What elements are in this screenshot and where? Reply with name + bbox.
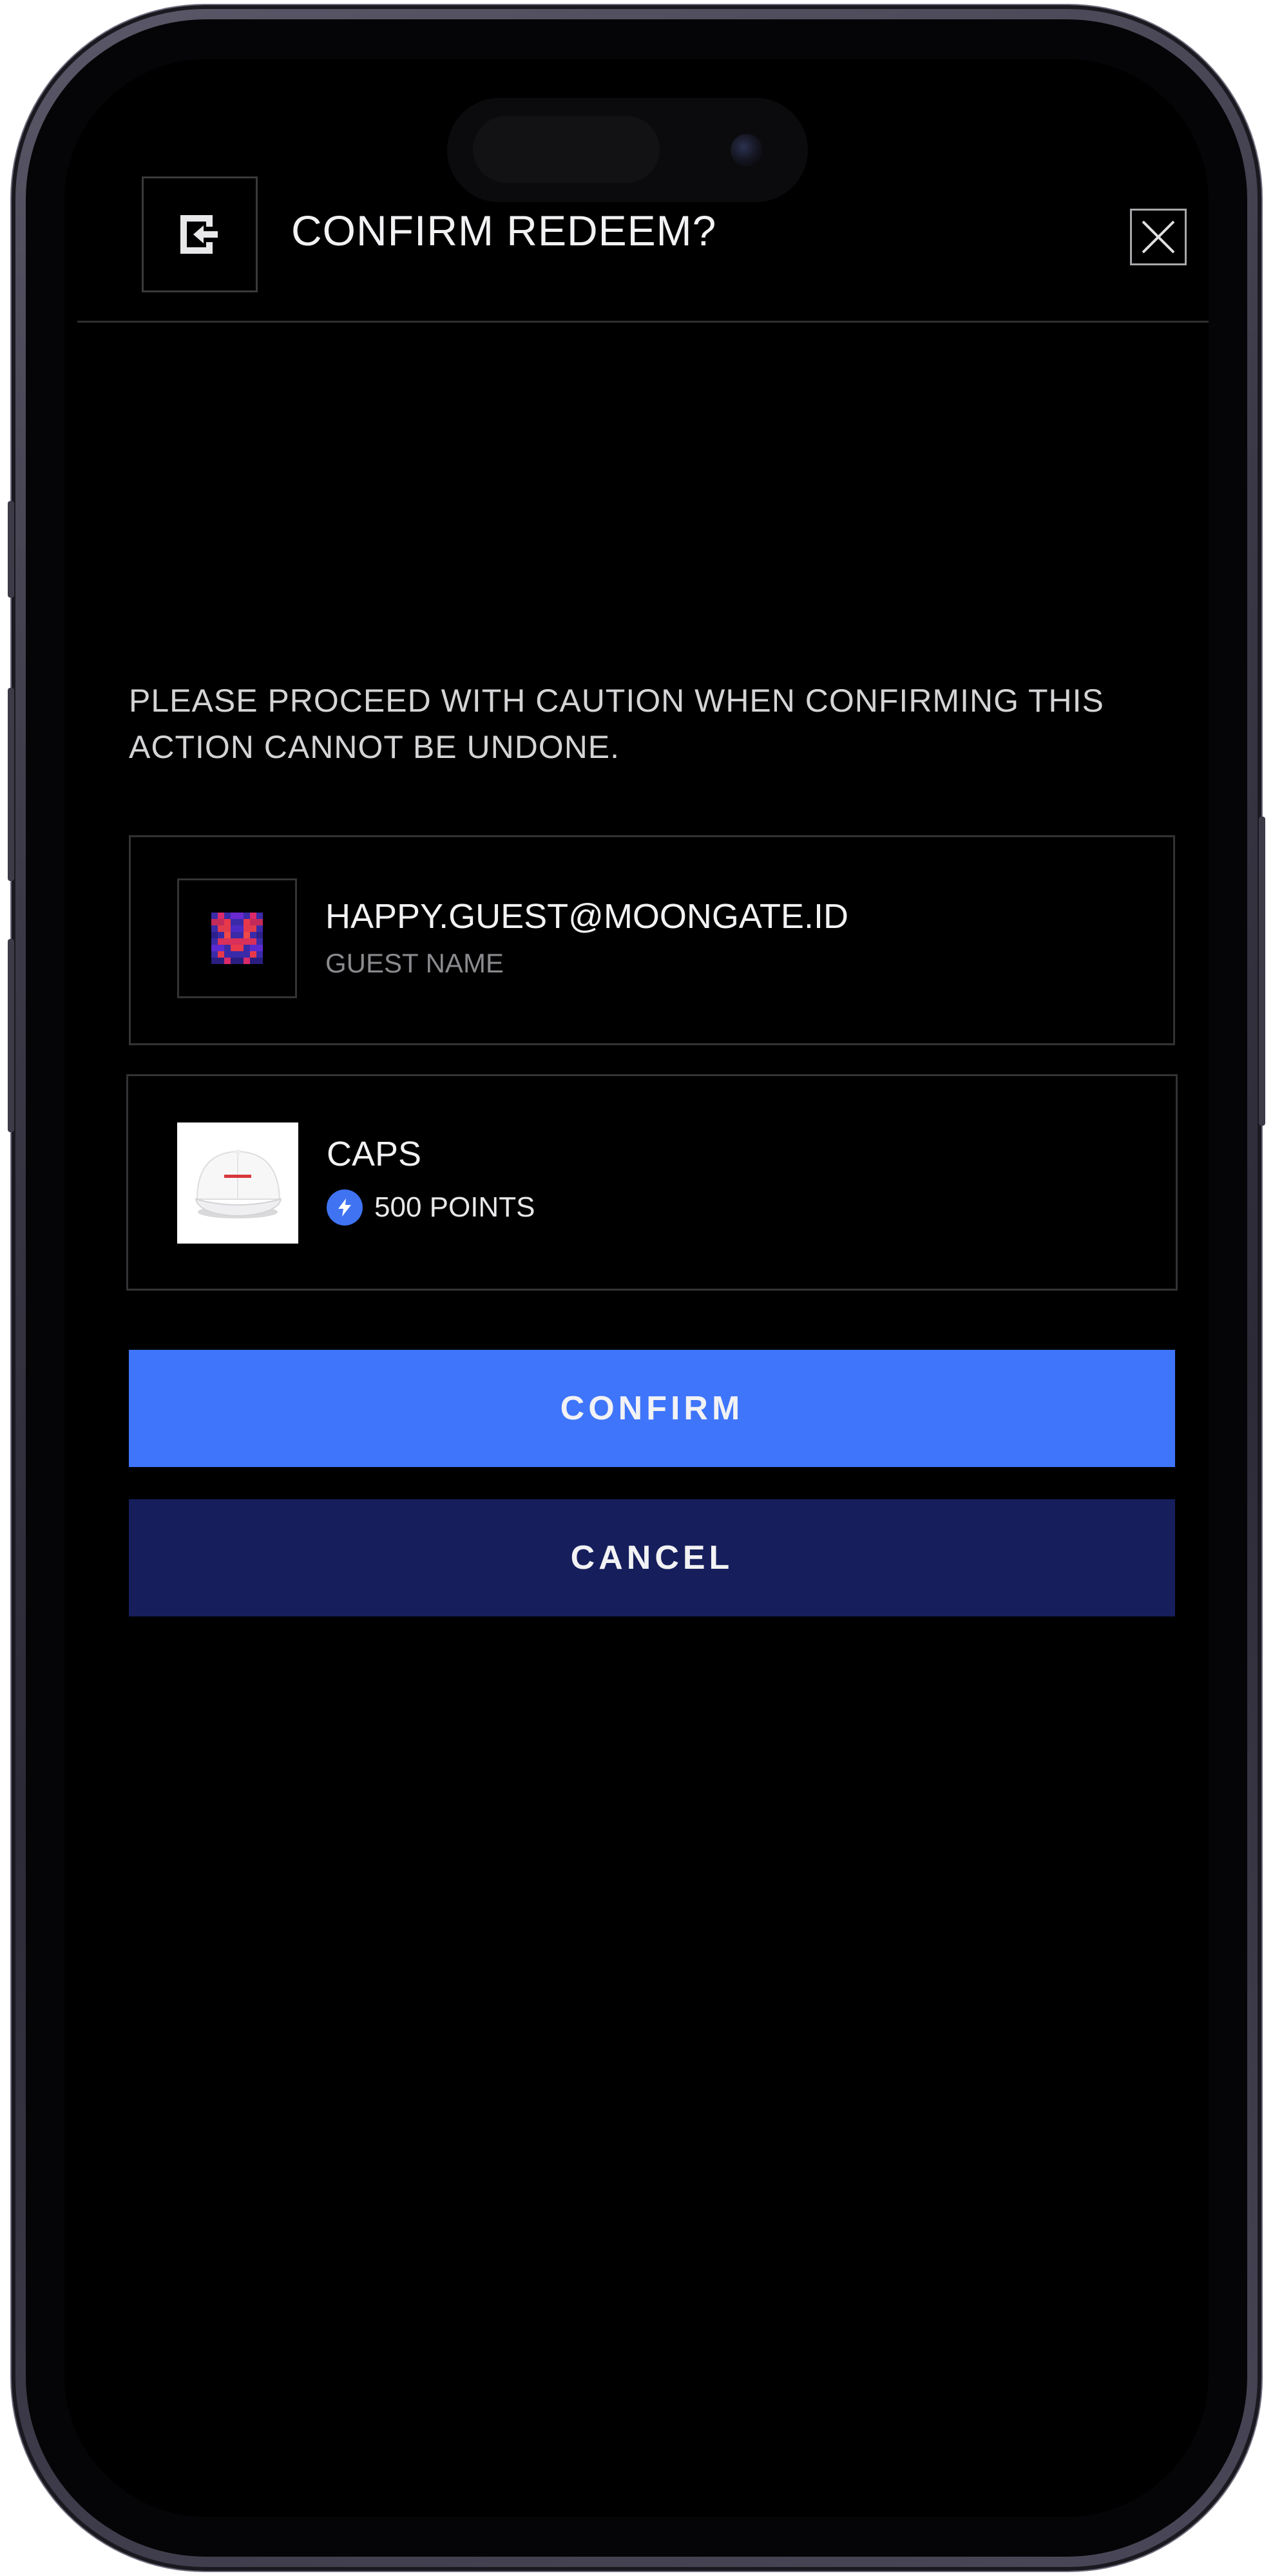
volume-down-button (8, 939, 14, 1132)
header-divider (77, 321, 1209, 323)
camera-icon (731, 134, 763, 166)
exit-button[interactable] (142, 176, 258, 292)
power-button (1259, 817, 1265, 1126)
reward-item-card: CAPS 500 POINTS (126, 1074, 1178, 1291)
bolt-icon (338, 1198, 351, 1217)
item-name: CAPS (327, 1135, 422, 1173)
modal-header: CONFIRM REDEEM? (77, 176, 1209, 310)
avatar (177, 878, 297, 998)
cancel-button[interactable]: CANCEL (129, 1499, 1175, 1616)
close-button[interactable] (1130, 209, 1187, 265)
page-title: CONFIRM REDEEM? (291, 207, 717, 254)
phone-frame: CONFIRM REDEEM? PLEASE PROCEED WITH CAUT… (8, 5, 1265, 2571)
product-image (177, 1122, 298, 1244)
guest-email: HAPPY.GUEST@MOONGATE.ID (325, 897, 848, 936)
caution-message: PLEASE PROCEED WITH CAUTION WHEN CONFIRM… (129, 683, 1104, 765)
volume-up-button (8, 688, 14, 881)
guest-card: HAPPY.GUEST@MOONGATE.ID GUEST NAME (129, 835, 1175, 1045)
points-badge (327, 1189, 363, 1226)
app-screen: CONFIRM REDEEM? PLEASE PROCEED WITH CAUT… (64, 59, 1209, 2517)
action-button (8, 501, 14, 598)
cap-icon (195, 1150, 282, 1218)
points-value: 500 POINTS (374, 1191, 535, 1223)
exit-icon (180, 215, 218, 254)
points-row: 500 POINTS (327, 1189, 535, 1226)
guest-name-label: GUEST NAME (325, 948, 504, 978)
close-icon (1142, 220, 1175, 254)
confirm-button[interactable]: CONFIRM (129, 1350, 1175, 1467)
pixel-avatar-icon (211, 913, 263, 964)
